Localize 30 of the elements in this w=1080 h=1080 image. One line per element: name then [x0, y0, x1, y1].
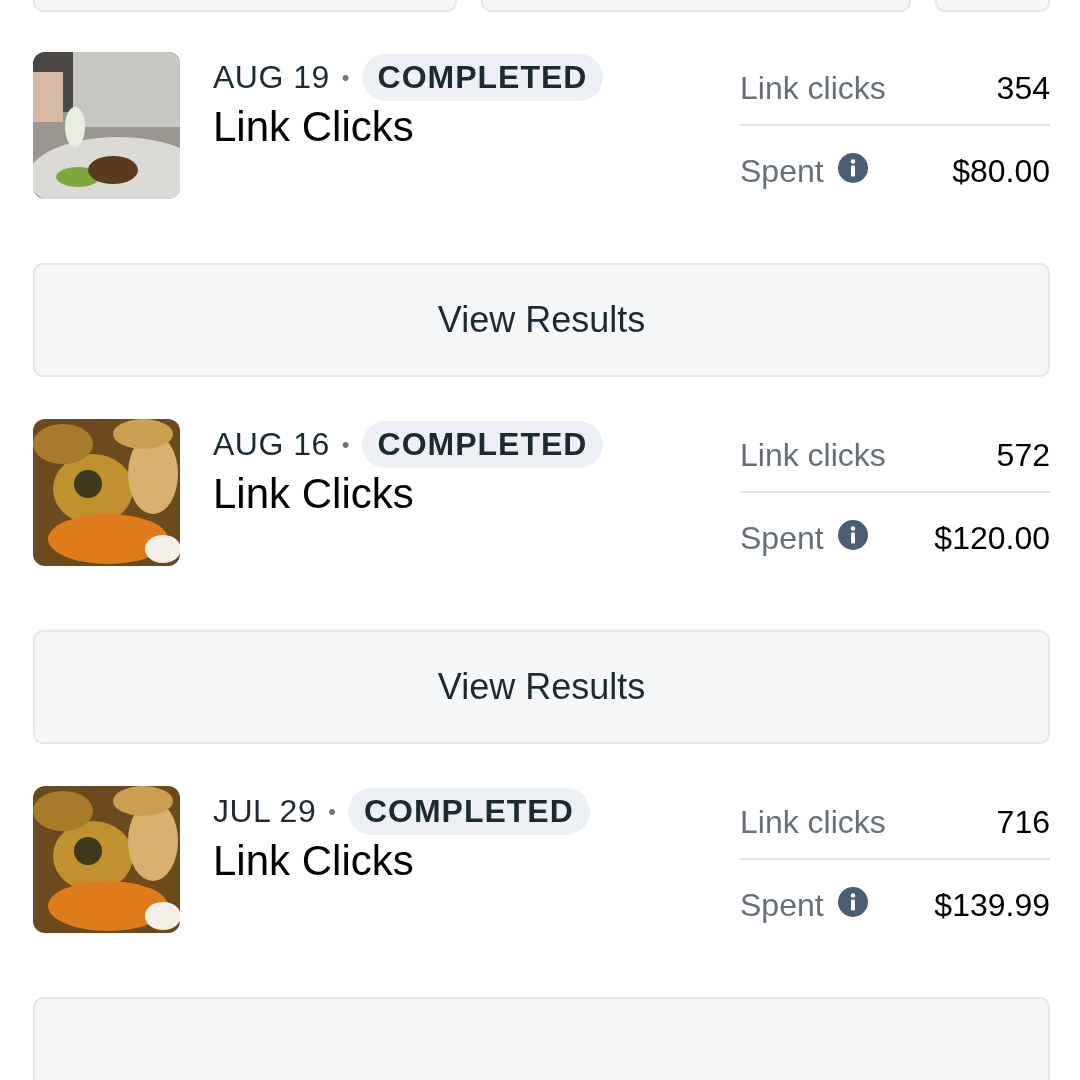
- separator-dot: •: [328, 798, 336, 825]
- status-badge: COMPLETED: [361, 54, 604, 101]
- view-results-button[interactable]: View Results: [33, 263, 1050, 377]
- spent-value: $139.99: [934, 886, 1050, 924]
- metric-value: 354: [996, 69, 1050, 107]
- metric-value: 572: [996, 436, 1050, 474]
- date-text: AUG 19: [213, 59, 330, 96]
- metric-value: 716: [996, 803, 1050, 841]
- campaign-title: Link Clicks: [213, 103, 415, 151]
- info-icon[interactable]: [837, 520, 868, 550]
- spent-label: Spent: [740, 519, 824, 557]
- campaign-title: Link Clicks: [213, 837, 415, 885]
- info-icon[interactable]: [837, 887, 868, 917]
- view-results-button[interactable]: [33, 997, 1050, 1080]
- metric-label: Link clicks: [740, 436, 886, 474]
- date-text: AUG 16: [213, 426, 330, 463]
- spent-value: $80.00: [952, 152, 1050, 190]
- separator-dot: •: [341, 64, 350, 91]
- spent-label: Spent: [740, 886, 824, 924]
- view-results-button[interactable]: View Results: [33, 630, 1050, 744]
- metric-label: Link clicks: [740, 69, 886, 107]
- metric-label: Link clicks: [740, 803, 886, 841]
- separator-dot: •: [341, 431, 350, 458]
- status-badge: COMPLETED: [347, 788, 590, 835]
- info-icon[interactable]: [837, 153, 868, 183]
- campaign-title: Link Clicks: [213, 470, 415, 518]
- date-text: JUL 29: [213, 793, 317, 830]
- status-badge: COMPLETED: [361, 421, 604, 468]
- spent-value: $120.00: [934, 519, 1050, 557]
- spent-label: Spent: [740, 152, 824, 190]
